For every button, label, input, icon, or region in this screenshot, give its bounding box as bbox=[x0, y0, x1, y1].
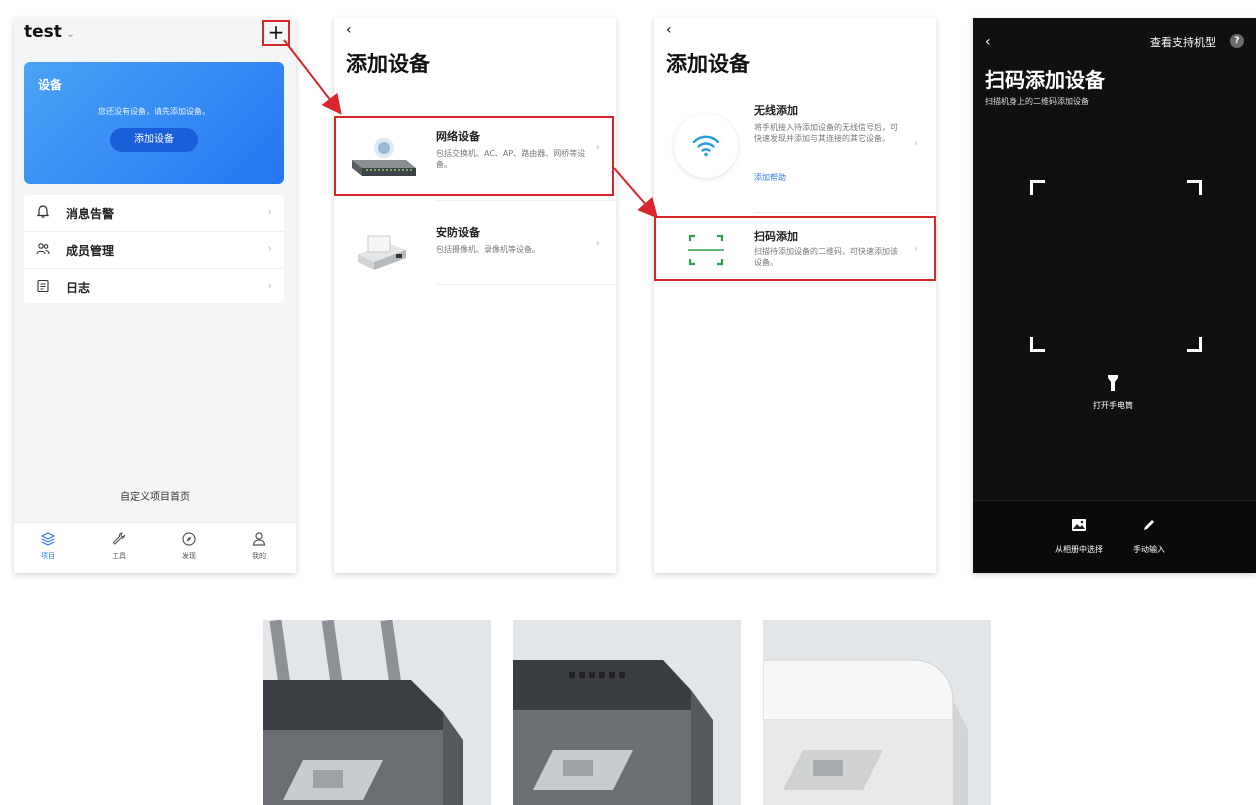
highlight-box bbox=[654, 216, 936, 281]
page-title: 扫码添加设备 bbox=[985, 68, 1105, 92]
menu-item-log[interactable]: 日志 › bbox=[24, 269, 284, 305]
back-icon[interactable]: ‹ bbox=[346, 22, 352, 38]
menu-item-label: 日志 bbox=[66, 281, 91, 295]
switch-label-image bbox=[513, 620, 741, 805]
screen-add-device-category: ‹ 添加设备 网络设备 包括交换机、AC、AP、路由器、网桥等设备。 › 安防设… bbox=[334, 18, 616, 573]
viewfinder-corner bbox=[1030, 337, 1045, 352]
custom-home-link[interactable]: 自定义项目首页 bbox=[14, 488, 296, 503]
viewfinder-corner bbox=[1187, 180, 1202, 195]
ap-label-image bbox=[763, 620, 991, 805]
screen-add-device-method: ‹ 添加设备 无线添加 将手机接入待添加设备的无线信号后，可快速发现并添加与其连… bbox=[654, 18, 936, 573]
tab-label: 工具 bbox=[112, 552, 126, 560]
wifi-circle bbox=[674, 114, 738, 178]
pencil-icon bbox=[1144, 520, 1154, 530]
menu-item-label: 消息告警 bbox=[66, 207, 115, 221]
highlight-box bbox=[334, 116, 614, 196]
arrow-to-scan-add bbox=[613, 167, 658, 219]
tab-bar: 项目 工具 发现 我的 bbox=[14, 522, 296, 573]
divider bbox=[436, 284, 616, 285]
tab-discover[interactable]: 发现 bbox=[169, 531, 209, 561]
menu-item-members[interactable]: 成员管理 › bbox=[24, 232, 284, 269]
add-device-button[interactable]: 添加设备 bbox=[110, 128, 198, 152]
divider bbox=[436, 200, 616, 201]
wireless-add-item[interactable]: 无线添加 将手机接入待添加设备的无线信号后，可快速发现并添加与其连接的其它设备。… bbox=[654, 102, 936, 202]
scan-viewfinder bbox=[1030, 180, 1202, 352]
bell-icon bbox=[36, 205, 50, 218]
router-label-image bbox=[263, 620, 491, 805]
wifi-icon bbox=[692, 135, 720, 157]
device-card-message: 您还没有设备，请先添加设备。 bbox=[98, 107, 210, 116]
flashlight-icon bbox=[1108, 375, 1118, 391]
menu-item-alerts[interactable]: 消息告警 › bbox=[24, 195, 284, 232]
divider bbox=[754, 212, 936, 213]
project-selector[interactable]: test ⌄ bbox=[24, 22, 75, 42]
item-description: 包括摄像机、录像机等设备。 bbox=[436, 245, 540, 254]
chevron-right-icon: › bbox=[596, 238, 600, 249]
help-icon[interactable]: ? bbox=[1230, 34, 1244, 48]
chevron-right-icon: › bbox=[914, 138, 918, 149]
screen-scan-qr: ‹ 查看支持机型 ? 扫码添加设备 扫描机身上的二维码添加设备 打开手电筒 从相… bbox=[973, 18, 1256, 573]
access-point-illustration bbox=[763, 659, 968, 805]
tab-project[interactable]: 项目 bbox=[28, 531, 68, 561]
item-description: 将手机接入待添加设备的无线信号后，可快速发现并添加与其连接的其它设备。 bbox=[754, 123, 898, 143]
item-title: 安防设备 bbox=[436, 226, 480, 239]
tab-tools[interactable]: 工具 bbox=[99, 531, 139, 561]
image-icon bbox=[1072, 519, 1086, 531]
members-icon bbox=[36, 243, 50, 255]
compass-icon bbox=[182, 532, 196, 546]
menu-item-label: 成员管理 bbox=[66, 244, 115, 258]
viewfinder-corner bbox=[1030, 180, 1045, 195]
viewfinder-corner bbox=[1187, 337, 1202, 352]
project-name: test bbox=[24, 22, 62, 42]
page-title: 添加设备 bbox=[346, 52, 430, 76]
screen-project-home: test ⌄ + 设备 您还没有设备，请先添加设备。 添加设备 消息告警 › 成员… bbox=[14, 18, 296, 573]
page-subtitle: 扫描机身上的二维码添加设备 bbox=[985, 97, 1089, 106]
manual-input-label: 手动输入 bbox=[1133, 545, 1165, 554]
item-title: 无线添加 bbox=[754, 104, 798, 117]
chevron-down-icon: ⌄ bbox=[65, 27, 76, 40]
tab-label: 项目 bbox=[41, 552, 55, 560]
back-icon[interactable]: ‹ bbox=[985, 34, 991, 50]
flashlight-button[interactable]: 打开手电筒 bbox=[1083, 374, 1143, 411]
page-title: 添加设备 bbox=[666, 52, 750, 76]
device-card-title: 设备 bbox=[38, 78, 63, 92]
back-icon[interactable]: ‹ bbox=[666, 22, 672, 38]
menu-list: 消息告警 › 成员管理 › 日志 › bbox=[24, 195, 284, 303]
log-icon bbox=[37, 279, 49, 293]
tab-mine[interactable]: 我的 bbox=[239, 531, 279, 561]
switch-illustration bbox=[513, 660, 713, 805]
flashlight-label: 打开手电筒 bbox=[1093, 401, 1133, 410]
chevron-right-icon: › bbox=[267, 279, 272, 292]
add-button[interactable]: + bbox=[262, 20, 290, 46]
device-card: 设备 您还没有设备，请先添加设备。 添加设备 bbox=[24, 62, 284, 184]
user-icon bbox=[252, 532, 266, 546]
layers-icon bbox=[40, 532, 56, 546]
security-camera-image bbox=[358, 235, 406, 270]
supported-models-link[interactable]: 查看支持机型 bbox=[1150, 34, 1216, 50]
from-album-button[interactable]: 从相册中选择 bbox=[1044, 517, 1114, 555]
manual-input-button[interactable]: 手动输入 bbox=[1114, 517, 1184, 555]
bottom-actions: 从相册中选择 手动输入 bbox=[973, 500, 1256, 573]
from-album-label: 从相册中选择 bbox=[1055, 545, 1103, 554]
tab-label: 我的 bbox=[252, 552, 266, 560]
chevron-right-icon: › bbox=[267, 242, 272, 255]
chevron-right-icon: › bbox=[267, 205, 272, 218]
add-help-link[interactable]: 添加帮助 bbox=[754, 172, 786, 183]
wrench-icon bbox=[113, 532, 126, 545]
tab-label: 发现 bbox=[182, 552, 196, 560]
router-illustration bbox=[263, 620, 463, 805]
